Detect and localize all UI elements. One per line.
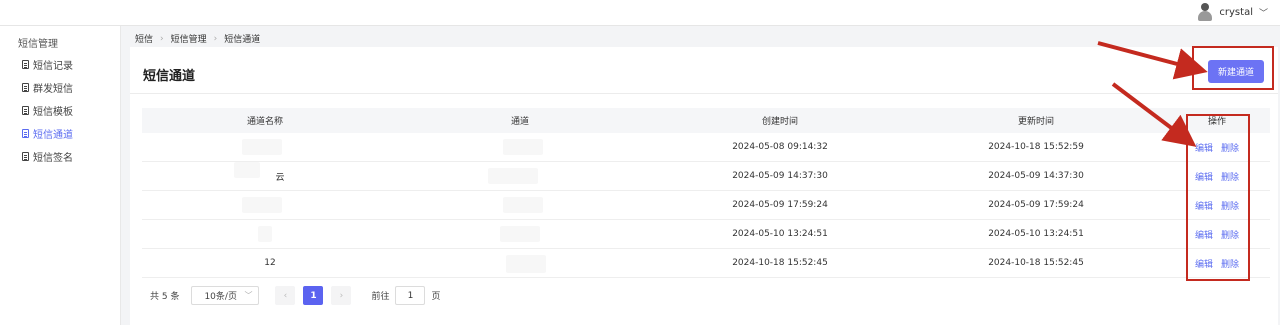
arrow-to-actions	[1111, 82, 1197, 147]
arrow-to-new-button	[1097, 41, 1208, 80]
annotation-arrows	[1097, 41, 1208, 147]
